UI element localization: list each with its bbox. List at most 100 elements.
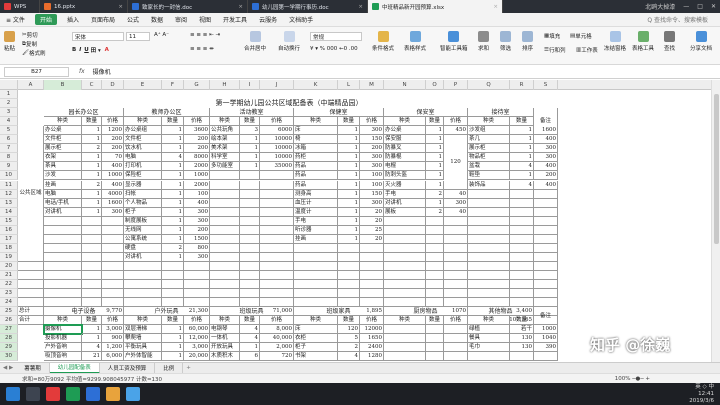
empty-cell[interactable] xyxy=(534,261,558,271)
row-col-button[interactable]: ☰ 行和列 xyxy=(544,46,565,54)
value-cell[interactable]: 20 xyxy=(360,207,384,217)
value-cell[interactable] xyxy=(260,189,294,199)
item-cell[interactable]: 药品 xyxy=(294,162,338,172)
column-header[interactable]: D xyxy=(102,80,124,90)
value-cell[interactable]: 1 xyxy=(338,207,360,217)
align-buttons-top[interactable]: ≡ ≡ ≡ ⇤ ⇥ xyxy=(190,32,220,38)
value-cell[interactable] xyxy=(260,234,294,244)
value-cell[interactable]: 1 xyxy=(82,198,102,208)
empty-cell[interactable] xyxy=(468,261,510,271)
empty-cell[interactable] xyxy=(124,271,162,281)
item-cell[interactable]: 展板 xyxy=(384,207,426,217)
empty-cell[interactable] xyxy=(260,289,294,299)
value-cell[interactable]: 2400 xyxy=(360,343,384,353)
value-cell[interactable]: 8000 xyxy=(184,153,210,163)
value-cell[interactable] xyxy=(260,216,294,226)
value-cell[interactable]: 10000 xyxy=(260,135,294,145)
empty-cell[interactable] xyxy=(210,289,240,299)
value-cell[interactable]: 1500 xyxy=(184,234,210,244)
value-cell[interactable]: 1 xyxy=(82,162,102,172)
column-label[interactable]: 种类 xyxy=(44,117,82,127)
column-header[interactable]: S xyxy=(534,80,558,90)
value-cell[interactable]: 1 xyxy=(162,144,184,154)
menu-item[interactable]: 开发工具 xyxy=(217,15,253,24)
sort-button[interactable]: 排序 xyxy=(522,31,533,52)
align-buttons-bottom[interactable]: ≡ ≡ ≡ ⇹ xyxy=(190,46,214,52)
column-label[interactable]: 数量 xyxy=(82,316,102,326)
ime-indicator[interactable]: 英 ◇ 中 xyxy=(689,384,714,391)
value-cell[interactable]: 1 xyxy=(82,126,102,136)
filter-button[interactable]: 筛选 xyxy=(500,31,511,52)
item-cell[interactable]: 挂画 xyxy=(294,234,338,244)
column-header[interactable]: O xyxy=(426,80,444,90)
command-search[interactable]: Q 查找命令、搜索模板 xyxy=(641,15,714,24)
conditional-format-button[interactable]: 条件格式 xyxy=(372,31,394,52)
value-cell[interactable]: 1 xyxy=(162,180,184,190)
item-cell[interactable] xyxy=(44,243,82,253)
value-cell[interactable]: 1 xyxy=(162,189,184,199)
column-label[interactable]: 种类 xyxy=(124,316,162,326)
value-cell[interactable] xyxy=(102,243,124,253)
column-label[interactable]: 数量 xyxy=(510,316,534,326)
system-tray[interactable]: 英 ◇ 中 12:41 2019/3/6 xyxy=(689,384,720,405)
empty-cell[interactable] xyxy=(18,261,44,271)
empty-cell[interactable] xyxy=(338,271,360,281)
empty-cell[interactable] xyxy=(82,298,102,308)
empty-cell[interactable] xyxy=(510,271,534,281)
empty-cell[interactable] xyxy=(210,271,240,281)
row-header[interactable]: 18 xyxy=(0,243,18,253)
empty-cell[interactable] xyxy=(124,261,162,271)
window-tab[interactable]: 幼儿园第一学期行事历.doc × xyxy=(248,0,368,13)
value-cell[interactable] xyxy=(240,225,260,235)
number-format-buttons[interactable]: ¥ ▾ % 000 ←0 .00 xyxy=(310,46,358,52)
item-cell[interactable]: 沙发 xyxy=(44,171,82,181)
empty-cell[interactable] xyxy=(82,261,102,271)
item-cell[interactable]: 手电 xyxy=(294,216,338,226)
item-cell[interactable]: 绿植 xyxy=(468,325,510,335)
close-tab-icon[interactable]: × xyxy=(354,4,363,10)
column-label[interactable]: 价格 xyxy=(444,316,468,326)
menu-item[interactable]: 公式 xyxy=(121,15,145,24)
item-cell[interactable]: 装饰品 xyxy=(468,180,510,190)
row-header[interactable]: 2 xyxy=(0,99,18,109)
empty-cell[interactable] xyxy=(510,280,534,290)
item-cell[interactable]: 对讲机 xyxy=(44,207,82,217)
item-cell[interactable] xyxy=(210,225,240,235)
value-cell[interactable]: 4 xyxy=(338,352,360,362)
column-header[interactable]: J xyxy=(260,80,294,90)
menu-start[interactable]: 开始 xyxy=(34,14,57,25)
value-cell[interactable] xyxy=(102,216,124,226)
empty-cell[interactable] xyxy=(240,261,260,271)
column-label[interactable]: 数量 xyxy=(162,316,184,326)
section-header[interactable]: 活动教室 xyxy=(210,108,294,118)
section-header[interactable]: 教师办公区 xyxy=(124,108,210,118)
value-cell[interactable]: 1 xyxy=(338,180,360,190)
item-cell[interactable]: 电脑 xyxy=(44,189,82,199)
empty-cell[interactable] xyxy=(534,280,558,290)
sheet-tab-peibei[interactable]: 幼儿园配备表 xyxy=(49,362,100,374)
notes-cell[interactable] xyxy=(534,189,558,199)
worksheet-button[interactable]: ▥ 工作表 xyxy=(576,46,598,54)
column-header[interactable]: Q xyxy=(468,80,510,90)
value-cell[interactable]: 3,000 xyxy=(184,343,210,353)
empty-cell[interactable] xyxy=(384,280,426,290)
value-cell[interactable]: 1,200 xyxy=(102,343,124,353)
value-cell[interactable]: 720 xyxy=(260,352,294,362)
section-header[interactable]: 其他物品 xyxy=(468,307,534,317)
column-label[interactable]: 种类 xyxy=(44,316,82,326)
value-cell[interactable] xyxy=(444,243,468,253)
item-cell[interactable] xyxy=(384,243,426,253)
browser-taskbar-icon[interactable] xyxy=(126,387,140,401)
value-cell[interactable]: 10000 xyxy=(260,153,294,163)
empty-cell[interactable] xyxy=(468,289,510,299)
item-cell[interactable]: 电钢琴 xyxy=(210,325,240,335)
row-header[interactable]: 8 xyxy=(0,153,18,163)
notes-cell[interactable] xyxy=(534,325,558,335)
empty-cell[interactable] xyxy=(468,298,510,308)
item-cell[interactable]: 电脑 xyxy=(124,153,162,163)
value-cell[interactable] xyxy=(510,234,534,244)
item-cell[interactable]: 挂画 xyxy=(44,180,82,190)
spreadsheet-grid[interactable]: ABCDEFGHIJKLMNOPQRS 1 2 3 4 5 6 7 8 9 10 11 12 13 14 1… xyxy=(0,80,711,362)
item-cell[interactable]: 测身高 xyxy=(294,189,338,199)
value-cell[interactable]: 1 xyxy=(510,126,534,136)
